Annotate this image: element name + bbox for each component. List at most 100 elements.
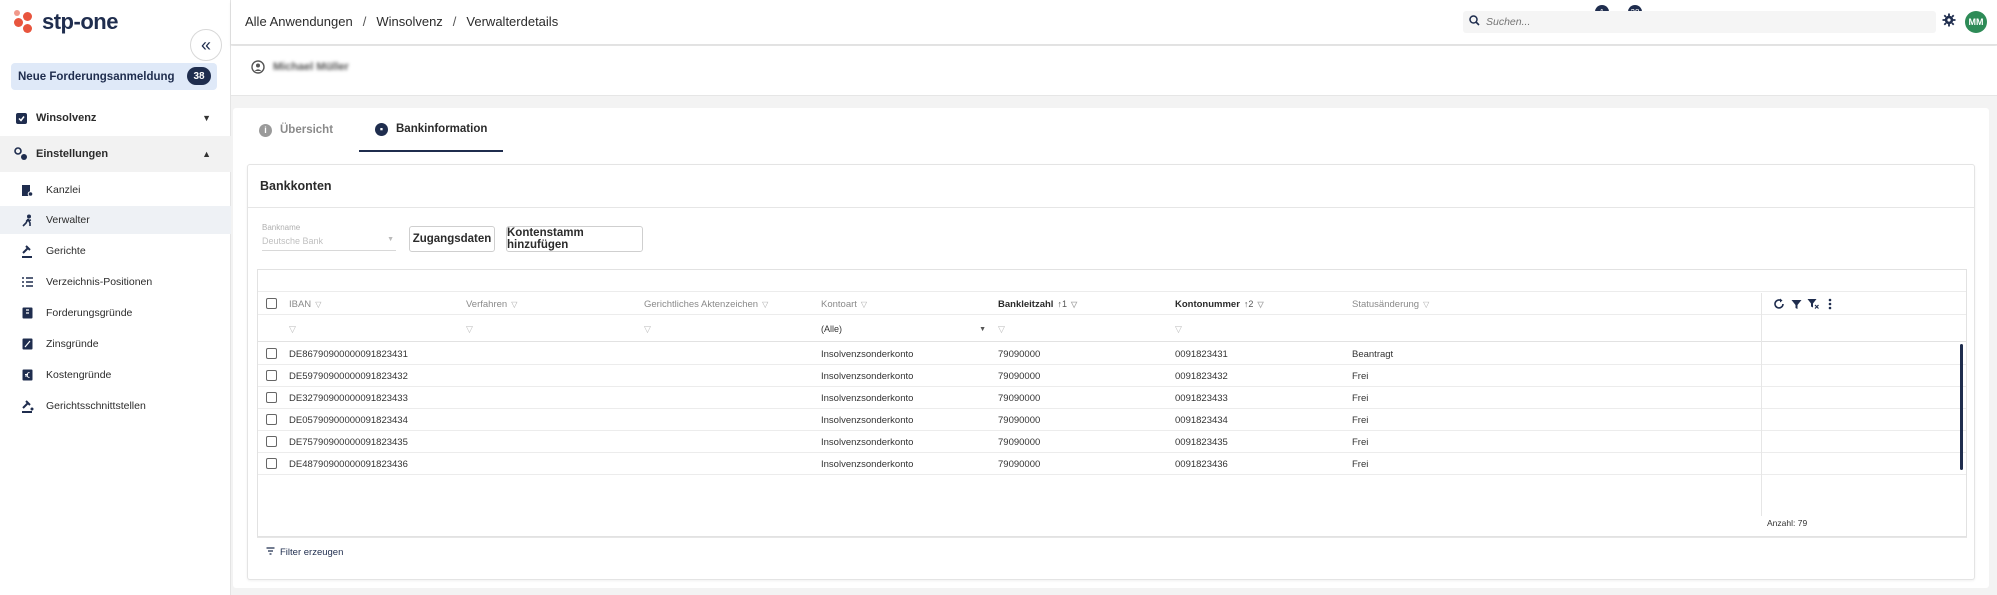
sidebar-item-forderungsgruende[interactable]: Forderungsgründe: [0, 299, 231, 327]
filter-icon[interactable]: ▽: [1257, 300, 1263, 309]
new-claim-count-badge: 38: [187, 67, 211, 85]
filter-icon: [266, 547, 275, 558]
refresh-icon[interactable]: [1773, 298, 1785, 310]
nav-group-winsolvenz[interactable]: Winsolvenz ▼: [0, 100, 231, 136]
filter-icon[interactable]: ▽: [1423, 300, 1429, 309]
nav-group-label: Einstellungen: [36, 148, 109, 160]
tab-label: Bankinformation: [396, 123, 488, 135]
cell-status: Frei: [1352, 370, 1369, 382]
create-filter-link[interactable]: Filter erzeugen: [266, 547, 343, 558]
search-box[interactable]: [1463, 11, 1936, 33]
select-all-checkbox[interactable]: [266, 298, 277, 309]
sidebar-item-label: Forderungsgründe: [46, 307, 133, 319]
filter-funnel-icon[interactable]: [1790, 298, 1802, 310]
cell-status: Frei: [1352, 436, 1369, 448]
table-row[interactable]: DE48790900000091823436 Insolvenzsonderkon…: [258, 453, 1966, 475]
clear-filter-icon[interactable]: [1807, 298, 1819, 310]
tab-bankinformation[interactable]: ▪ Bankinformation: [359, 108, 504, 152]
row-checkbox[interactable]: [266, 436, 277, 447]
sidebar-item-kanzlei[interactable]: Kanzlei: [0, 176, 231, 204]
sidebar-item-zinsgruende[interactable]: Zinsgründe: [0, 330, 231, 358]
new-claim-label: Neue Forderungsanmeldung: [18, 70, 175, 83]
sidebar-item-verwalter[interactable]: Verwalter: [0, 206, 231, 234]
bank-accounts-grid: IBAN ▽ Verfahren ▽ Gerichtliches Aktenzeic…: [257, 269, 1967, 537]
bankname-select[interactable]: Bankname Deutsche Bank ▼: [262, 223, 396, 251]
column-header-statusaenderung[interactable]: Statusänderung ▽: [1352, 293, 1429, 315]
filter-icon[interactable]: ▽: [1071, 300, 1077, 309]
row-checkbox[interactable]: [266, 370, 277, 381]
new-claim-button[interactable]: Neue Forderungsanmeldung 38: [11, 63, 217, 90]
filter-icon[interactable]: ▽: [511, 300, 517, 309]
cell-status: Frei: [1352, 392, 1369, 404]
column-header-kontonummer[interactable]: Kontonummer ↑2 ▽: [1175, 293, 1264, 315]
filter-icon[interactable]: ▽: [861, 300, 867, 309]
filter-cell-kontonummer[interactable]: ▽: [1175, 316, 1182, 342]
row-checkbox[interactable]: [266, 414, 277, 425]
bank-accounts-title: Bankkonten: [260, 179, 332, 193]
tab-uebersicht[interactable]: i Übersicht: [259, 108, 347, 152]
column-label: IBAN: [289, 298, 312, 310]
nav-group-einstellungen[interactable]: Einstellungen ▲: [0, 136, 231, 172]
cell-blz: 79090000: [998, 392, 1041, 404]
filter-icon[interactable]: ▽: [315, 300, 321, 309]
sidebar-item-kostengruende[interactable]: Kostengründe: [0, 361, 231, 389]
cell-iban: DE32790900000091823433: [289, 392, 408, 404]
column-header-bankleitzahl[interactable]: Bankleitzahl ↑1 ▽: [998, 293, 1077, 315]
table-row[interactable]: DE86790900000091823431 Insolvenzsonderkon…: [258, 343, 1966, 365]
table-row[interactable]: DE75790900000091823435 Insolvenzsonderkon…: [258, 431, 1966, 453]
dropdown-icon: ▼: [979, 325, 986, 333]
table-row[interactable]: DE05790900000091823434 Insolvenzsonderkon…: [258, 409, 1966, 431]
column-header-kontoart[interactable]: Kontoart ▽: [821, 293, 867, 315]
column-header-verfahren[interactable]: Verfahren ▽: [466, 293, 517, 315]
access-data-button[interactable]: Zugangsdaten: [409, 226, 495, 252]
filter-cell-iban[interactable]: ▽: [289, 316, 296, 342]
main-content: i Übersicht ▪ Bankinformation Bankkonten…: [233, 108, 1989, 588]
settings-button[interactable]: [1940, 13, 1958, 31]
person-header: Michael Müller: [231, 46, 1997, 96]
column-label: Kontoart: [821, 298, 857, 310]
vertical-scrollbar[interactable]: [1960, 344, 1963, 470]
filter-icon[interactable]: ▽: [762, 300, 768, 309]
cell-kontonummer: 0091823434: [1175, 414, 1228, 426]
filter-select-kontoart[interactable]: (Alle) ▼: [821, 316, 986, 342]
person-name: Michael Müller: [273, 61, 349, 73]
column-header-aktenzeichen[interactable]: Gerichtliches Aktenzeichen ▽: [644, 293, 768, 315]
cell-iban: DE05790900000091823434: [289, 414, 408, 426]
cell-kontoart: Insolvenzsonderkonto: [821, 436, 914, 448]
filter-cell-bankleitzahl[interactable]: ▽: [998, 316, 1005, 342]
filter-cell-verfahren[interactable]: ▽: [466, 316, 473, 342]
create-filter-label: Filter erzeugen: [280, 547, 344, 558]
sidebar-item-label: Zinsgründe: [46, 338, 99, 350]
cell-iban: DE86790900000091823431: [289, 348, 408, 360]
cell-status: Beantragt: [1352, 348, 1394, 360]
gavel-interface-icon: [20, 399, 34, 413]
cell-iban: DE59790900000091823432: [289, 370, 408, 382]
sort-indicator: ↑1: [1057, 299, 1067, 309]
cell-blz: 79090000: [998, 414, 1041, 426]
row-checkbox[interactable]: [266, 348, 277, 359]
sidebar-item-gerichtsschnittstellen[interactable]: Gerichtsschnittstellen: [0, 392, 231, 420]
row-checkbox[interactable]: [266, 458, 277, 469]
list-icon: [20, 275, 34, 289]
filter-select-value: (Alle): [821, 324, 843, 334]
more-options-icon[interactable]: [1824, 298, 1836, 310]
cell-kontoart: Insolvenzsonderkonto: [821, 370, 914, 382]
user-avatar[interactable]: MM: [1965, 11, 1987, 33]
search-input[interactable]: [1486, 16, 1666, 28]
sidebar-item-label: Kanzlei: [46, 184, 81, 196]
table-row[interactable]: DE32790900000091823433 Insolvenzsonderkon…: [258, 387, 1966, 409]
dropdown-icon: ▼: [387, 236, 394, 243]
top-actions: 1 38 MM: [0, 0, 1997, 45]
column-header-iban[interactable]: IBAN ▽: [289, 293, 321, 315]
grid-filter-row: ▽ ▽ ▽ (Alle) ▼ ▽ ▽: [258, 316, 1966, 342]
row-checkbox[interactable]: [266, 392, 277, 403]
bank-icon: ▪: [375, 122, 388, 136]
table-row[interactable]: DE59790900000091823432 Insolvenzsonderkon…: [258, 365, 1966, 387]
sidebar-item-gerichte[interactable]: Gerichte: [0, 237, 231, 265]
sidebar-item-verzeichnis-positionen[interactable]: Verzeichnis-Positionen: [0, 268, 231, 296]
cell-blz: 79090000: [998, 370, 1041, 382]
add-account-master-button[interactable]: Kontenstamm hinzufügen: [506, 226, 643, 252]
sidebar-item-label: Kostengründe: [46, 369, 112, 381]
filter-cell-aktenzeichen[interactable]: ▽: [644, 316, 651, 342]
cell-blz: 79090000: [998, 436, 1041, 448]
